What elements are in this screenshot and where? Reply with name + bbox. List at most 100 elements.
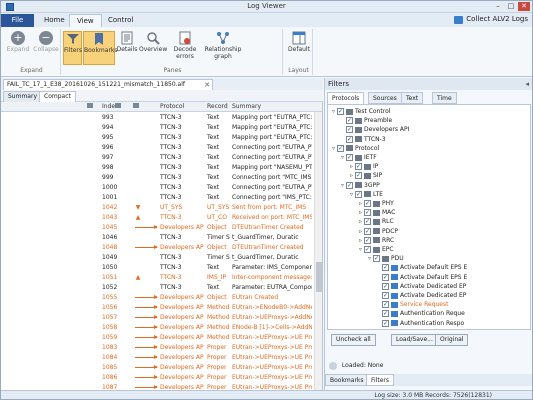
collapse-circle-icon[interactable] [329,361,337,370]
original-button[interactable]: Original [435,334,469,346]
table-row[interactable]: 1042 UT_SYS UT_SYS Sent from port: MTC_IMS ▼ [1,203,314,213]
expander-icon[interactable]: ▿ [339,181,346,191]
grid-scrollbar[interactable] [314,112,322,390]
table-row[interactable]: 998 TTCN-3 Text Mapping port "NASEMU_PTC [1,163,314,173]
expander-icon[interactable]: ▿ [366,254,373,264]
expander-icon[interactable]: ▿ [330,144,337,154]
tab-bookmarks[interactable]: Bookmarks [325,374,369,386]
table-row[interactable]: 997 TTCN-3 Text Connecting port "EUTRA_PT [1,153,314,163]
table-row[interactable]: 1050 TTCN-3 Text Parameter: IMS_Component [1,263,314,273]
table-row[interactable]: 1001 TTCN-3 Text Connecting port "IMS_PTC:E [1,193,314,203]
table-row[interactable]: 993 TTCN-3 Text Mapping port "EUTRA_PTC:S [1,113,314,123]
table-row[interactable]: 999 TTCN-3 Text Connecting port "MTC_IMS [1,173,314,183]
tree-checkbox[interactable]: ✓ [382,301,389,309]
tree-checkbox[interactable]: ✓ [346,181,353,189]
table-row[interactable]: 1048 Developers AP Object DTEUtranTimer Cre… [1,243,314,253]
tree-checkbox[interactable]: ✓ [346,126,353,134]
collapse-button[interactable]: − Collapse [32,31,60,65]
bookmarks-button[interactable]: Bookmarks [83,31,118,65]
tree-checkbox[interactable]: ✓ [364,227,371,235]
overview-button[interactable]: Overview [139,31,167,65]
table-row[interactable]: 994 TTCN-3 Text Mapping port "EUTRA_PTC:S [1,123,314,133]
table-row[interactable]: 1087 Developers AP Proper EUtran->UEProxys-… [1,383,314,390]
row-index: 1086 [102,374,118,381]
pin-icon[interactable]: ◂ [525,78,529,90]
table-row[interactable]: 1085 Developers AP Proper EUtran->UEProxys-… [1,363,314,373]
tree-checkbox[interactable]: ✓ [382,328,389,329]
table-row[interactable]: 995 TTCN-3 Text Mapping port "EUTRA_PTC:S [1,133,314,143]
tab-protocols[interactable]: Protocols [327,92,365,104]
table-row[interactable]: 1057 Developers AP Method EUtran->UEProxys-… [1,313,314,323]
tree-checkbox[interactable]: ✓ [364,200,371,207]
tree-checkbox[interactable]: ✓ [364,236,371,244]
tree-checkbox[interactable]: ✓ [364,209,371,217]
tab-home[interactable]: Home [37,14,72,27]
tab-sources[interactable]: Sources [368,92,402,104]
table-row[interactable]: 1059 Developers AP Method EUtran->UEProxys-… [1,333,314,343]
tab-control[interactable]: Control [101,14,140,27]
decode-errors-button[interactable]: Decode errors [169,31,201,65]
tab-view[interactable]: View [69,14,102,27]
tree-checkbox[interactable]: ✓ [382,292,389,299]
table-row[interactable]: 996 TTCN-3 Text Connecting port "EUTRA_PT [1,143,314,153]
close-tab-icon[interactable]: ✕ [204,80,210,90]
table-row[interactable]: 1056 Developers AP Method EUtran->ENodeB0->… [1,303,314,313]
tree-checkbox[interactable]: ✓ [337,144,344,152]
uncheck-all-button[interactable]: Uncheck all [331,334,376,346]
tab-file[interactable]: File [1,14,34,27]
tab-filters[interactable]: Filters [366,374,394,386]
tab-text[interactable]: Text [401,92,424,104]
tree-checkbox[interactable]: ✓ [373,255,380,263]
tab-summary[interactable]: Summary [3,91,42,102]
expander-icon[interactable]: ▿ [357,245,364,255]
protocol-column-header[interactable]: Protocol [160,103,210,111]
table-row[interactable]: 1045 Developers AP Object DTEUtranTimer Cre… [1,223,314,233]
maximize-button[interactable]: □ [505,2,517,11]
tree-checkbox[interactable]: ✓ [346,117,353,125]
grid-scrollbar-thumb[interactable] [316,262,322,292]
row-index: 1058 [102,324,118,331]
tree-checkbox[interactable]: ✓ [382,310,389,318]
table-row[interactable]: 1043 TTCN-3 UT_CO Received on port: MTC_IMS… [1,213,314,223]
expander-icon[interactable]: ▿ [348,190,355,200]
load-save-button[interactable]: Load/Save... [391,334,438,346]
tree-checkbox[interactable]: ✓ [382,273,389,281]
minimize-button[interactable]: – [492,2,504,11]
expand-button[interactable]: + Expand [5,31,31,65]
expander-icon[interactable]: ▿ [339,153,346,163]
tree-checkbox[interactable]: ✓ [346,154,353,161]
table-row[interactable]: 1084 Developers AP Proper EUtran->UEProxys-… [1,353,314,363]
document-tab[interactable]: FAIL_TC_17_1_E38_20161026_151221_mismatc… [3,79,213,90]
tab-time[interactable]: Time [432,92,457,104]
tree-checkbox[interactable]: ✓ [346,135,353,143]
default-layout-button[interactable]: Default [287,31,311,65]
tree-checkbox[interactable]: ✓ [337,108,344,115]
table-row[interactable]: 1000 TTCN-3 Text Connecting port "EUTRA_PT [1,183,314,193]
tree-checkbox[interactable]: ✓ [355,172,362,180]
tree-checkbox[interactable]: ✓ [382,282,389,290]
tree-checkbox[interactable]: ✓ [355,163,362,171]
expander-icon[interactable]: ▿ [330,107,337,117]
tree-checkbox[interactable]: ✓ [382,264,389,272]
close-button[interactable]: ✕ [518,2,530,11]
table-row[interactable]: 1086 Developers AP Proper EUtran->UEProxys-… [1,373,314,383]
table-row[interactable]: 1055 Developers AP Object EUtran Created [1,293,314,303]
tree-node[interactable]: ✓ Attach Request [375,328,446,329]
filters-button[interactable]: Filters [63,31,82,65]
tab-compact[interactable]: Compact [39,91,76,102]
table-row[interactable]: 1058 Developers AP Method ENode-B [1]->Cell… [1,323,314,333]
table-row[interactable]: 1051 TTCN-3 IMS_IP Inter-component message:… [1,273,314,283]
collect-logs-button[interactable]: Collect ALV2 Logs [452,14,528,26]
table-row[interactable]: 1046 TTCN-3 Timer St_GuardTimer, Duratic [1,233,314,243]
tree-checkbox[interactable]: ✓ [355,190,362,198]
relationship-graph-button[interactable]: Relationship graph [203,31,243,65]
table-row[interactable]: 1052 TTCN-3 Text Parameter: EUTRA_Compon [1,283,314,293]
table-row[interactable]: 1083 Developers AP Proper EUtran->UEProxys-… [1,343,314,353]
tree-checkbox[interactable]: ✓ [364,218,371,226]
details-button[interactable]: Details [116,31,138,65]
table-row[interactable]: 1049 TTCN-3 Timer St_GuardTimer, Duratic [1,253,314,263]
tree-checkbox[interactable]: ✓ [364,246,371,253]
summary-column-header[interactable]: Summary [232,103,312,111]
tree-checkbox[interactable]: ✓ [382,319,389,327]
record-column-header[interactable]: Record [207,103,234,111]
